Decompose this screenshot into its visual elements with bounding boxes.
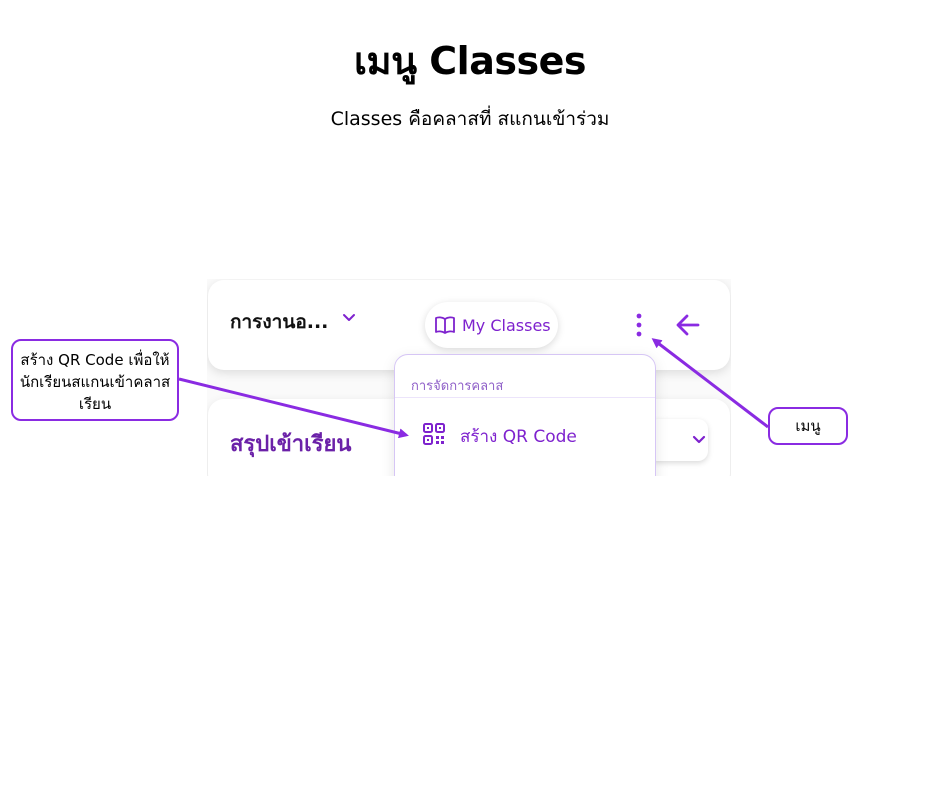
callout-create-qr: สร้าง QR Code เพื่อให้นักเรียนสแกนเข้าคล… <box>11 339 179 421</box>
chevron-down-icon[interactable] <box>692 433 706 447</box>
page-subtitle: Classes คือคลาสที่ สแกนเข้าร่วม <box>330 108 610 130</box>
callout-menu: เมนู <box>768 407 848 445</box>
class-menu-dropdown: การจัดการคลาส สร้าง QR Code <box>394 354 656 476</box>
class-name-select[interactable]: การงานอ... <box>230 307 328 337</box>
chevron-down-icon[interactable] <box>342 311 356 325</box>
my-classes-label: My Classes <box>462 315 551 335</box>
summary-title: สรุปเข้าเรียน <box>230 432 352 457</box>
dropdown-divider <box>395 397 655 398</box>
dropdown-header: การจัดการคลาส <box>411 379 504 394</box>
app-screenshot: การงานอ... My Classes สรุปเข้าเรียน การจ… <box>207 279 731 476</box>
more-vertical-icon[interactable] <box>633 313 645 337</box>
book-icon <box>435 316 455 334</box>
arrow-left-icon[interactable] <box>675 312 701 338</box>
create-qr-code-item[interactable]: สร้าง QR Code <box>460 423 577 450</box>
my-classes-button[interactable]: My Classes <box>425 302 558 348</box>
qr-code-icon <box>423 423 445 445</box>
page-title: เมนู Classes <box>354 39 586 83</box>
